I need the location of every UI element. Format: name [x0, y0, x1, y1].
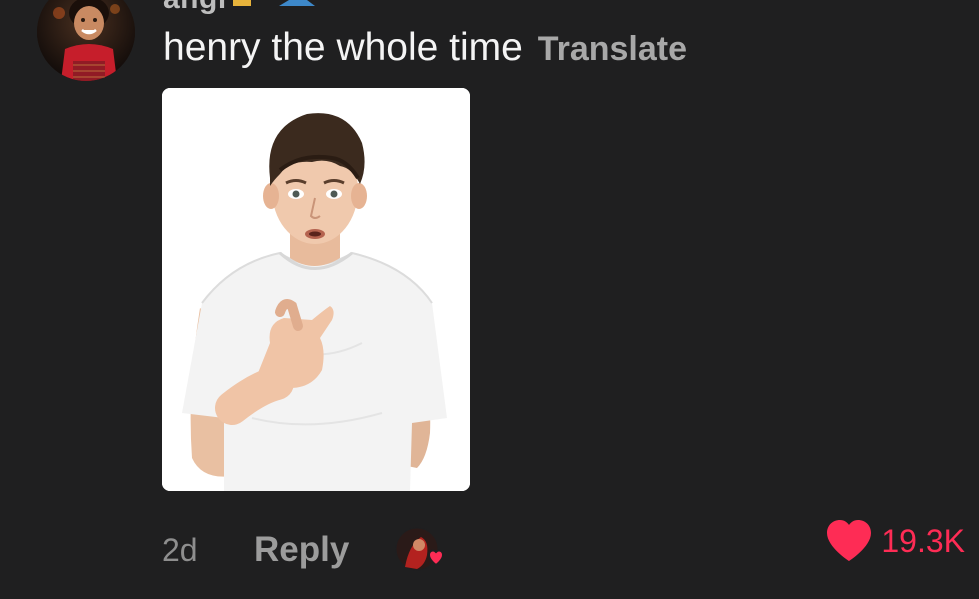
heart-icon[interactable] [825, 519, 873, 563]
blue-emoji-icon [278, 0, 315, 6]
avatar-image [37, 0, 135, 81]
reply-button[interactable]: Reply [254, 529, 349, 571]
comment-item: angi henry the whole time Translate [0, 0, 979, 599]
crown-emoji-icon [232, 0, 251, 6]
commenter-username[interactable]: angi [163, 0, 319, 15]
comment-text: henry the whole time Translate [163, 25, 687, 72]
translate-link[interactable]: Translate [538, 30, 687, 68]
username-text: angi [163, 0, 227, 16]
like-button[interactable]: 19.3K [825, 519, 965, 563]
comment-body: henry the whole time [163, 26, 523, 69]
creator-avatar-icon [395, 527, 445, 571]
comment-timestamp: 2d [162, 532, 198, 568]
commenter-avatar[interactable] [37, 0, 135, 81]
like-count: 19.3K [881, 523, 965, 559]
creator-liked-badge [395, 527, 447, 575]
attached-photo [162, 88, 470, 491]
comment-attached-image[interactable] [162, 88, 470, 491]
